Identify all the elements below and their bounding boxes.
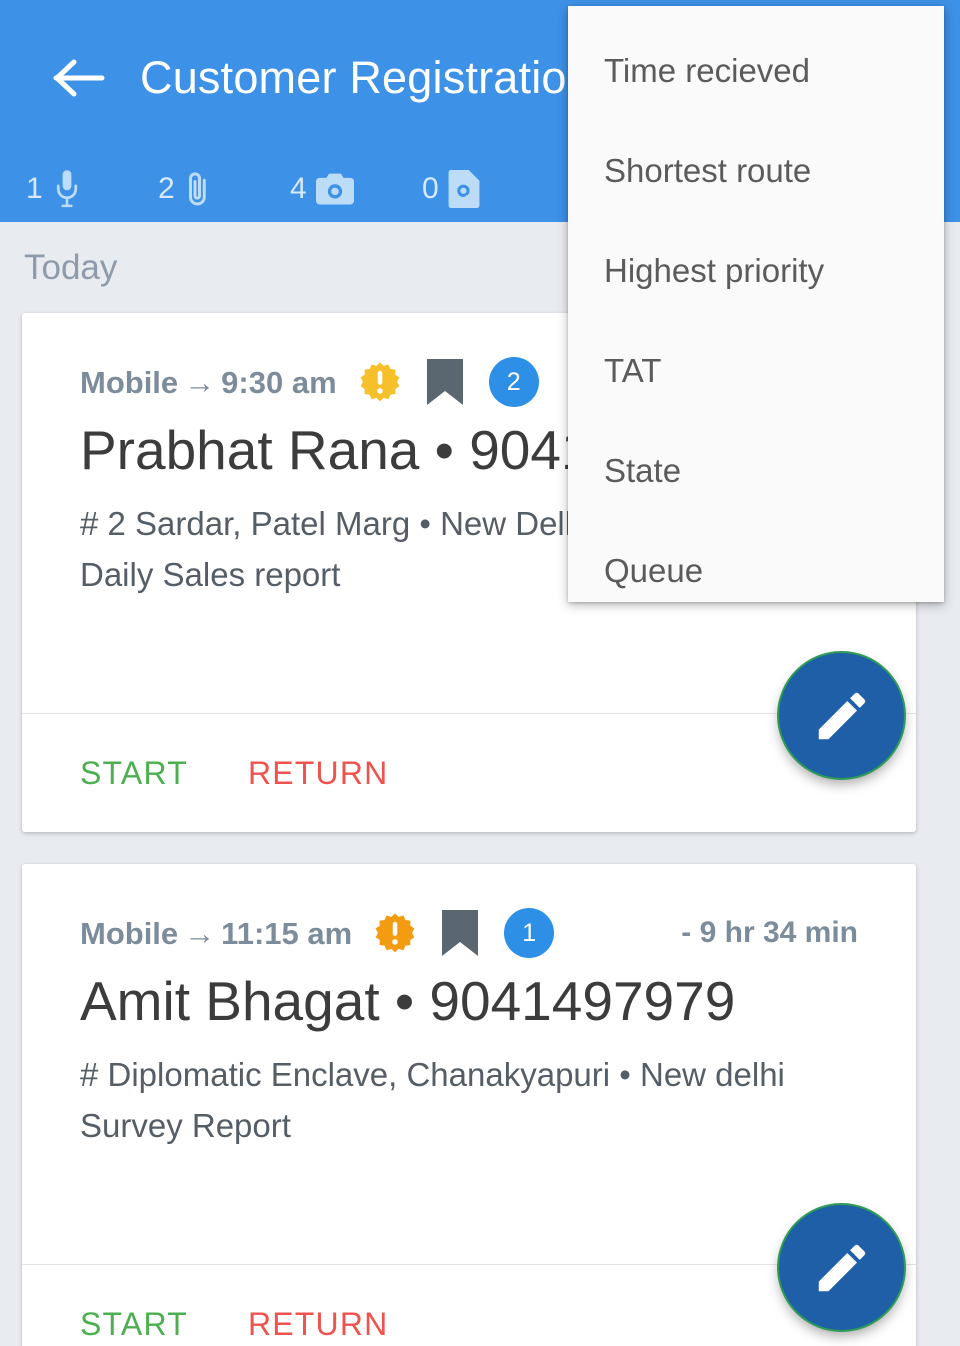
paperclip-icon [184,169,212,209]
document-search-icon [448,169,480,208]
edit-pencil-icon[interactable] [779,1205,904,1330]
menu-item-queue[interactable]: Queue [568,520,944,620]
return-button[interactable]: RETURN [248,757,389,789]
priority-badge-icon[interactable] [374,912,416,954]
menu-item-highest-priority[interactable]: Highest priority [568,220,944,320]
menu-item-time-recieved[interactable]: Time recieved [568,20,944,120]
start-button[interactable]: START [80,1308,188,1340]
menu-item-label: State [604,451,682,489]
task-source: Mobile [80,915,179,951]
app-root: Customer Registration 1 2 4 0 Today Mobi… [0,0,960,1346]
menu-item-shortest-route[interactable]: Shortest route [568,120,944,220]
task-tat: - 9 hr 34 min [681,916,858,949]
page-title: Customer Registration [140,52,592,103]
task-title: Amit Bhagat • 9041497979 [80,970,736,1032]
menu-item-tat[interactable]: TAT [568,320,944,420]
menu-item-state[interactable]: State [568,420,944,520]
priority-badge-icon[interactable] [359,361,401,403]
return-button[interactable]: RETURN [248,1308,389,1340]
status-badge[interactable]: 2 [488,357,539,407]
sort-dropdown-menu: Time recieved Shortest route Highest pri… [568,6,944,602]
arrow-left-icon[interactable] [48,47,110,109]
task-time: 9:30 am [221,364,337,400]
attachment-count: 2 [158,171,175,205]
task-card-body: Mobile → 11:15 am 1 - 9 hr 34 min Amit B… [22,864,916,1152]
camera-icon [315,173,354,205]
menu-item-label: Time recieved [604,51,811,89]
task-meta-row: Mobile → 11:15 am 1 - 9 hr 34 min [80,908,858,958]
task-source: Mobile [80,364,179,400]
menu-item-label: TAT [604,351,662,389]
menu-item-label: Highest priority [604,251,825,289]
arrow-right-glyph: → [184,364,216,400]
menu-item-label: Shortest route [604,151,812,189]
bookmark-icon[interactable] [442,910,479,956]
edit-pencil-icon[interactable] [779,653,904,778]
start-button[interactable]: START [80,757,188,789]
voice-count: 1 [26,171,43,205]
task-report: Survey Report [80,1107,291,1145]
count-item-document[interactable]: 0 [422,169,554,208]
photo-count: 4 [290,171,307,205]
arrow-right-glyph: → [184,915,216,951]
bookmark-icon[interactable] [426,359,463,405]
microphone-icon [52,169,82,209]
section-header-label: Today [24,247,118,287]
count-item-photo[interactable]: 4 [290,173,422,205]
task-address: # Diplomatic Enclave, Chanakyapuri • New… [80,1056,785,1094]
task-time: 11:15 am [221,915,353,951]
count-item-voice[interactable]: 1 [26,169,158,209]
document-count: 0 [422,171,439,205]
count-item-attachment[interactable]: 2 [158,169,290,209]
status-badge[interactable]: 1 [504,908,555,958]
menu-item-label: Queue [604,551,704,589]
